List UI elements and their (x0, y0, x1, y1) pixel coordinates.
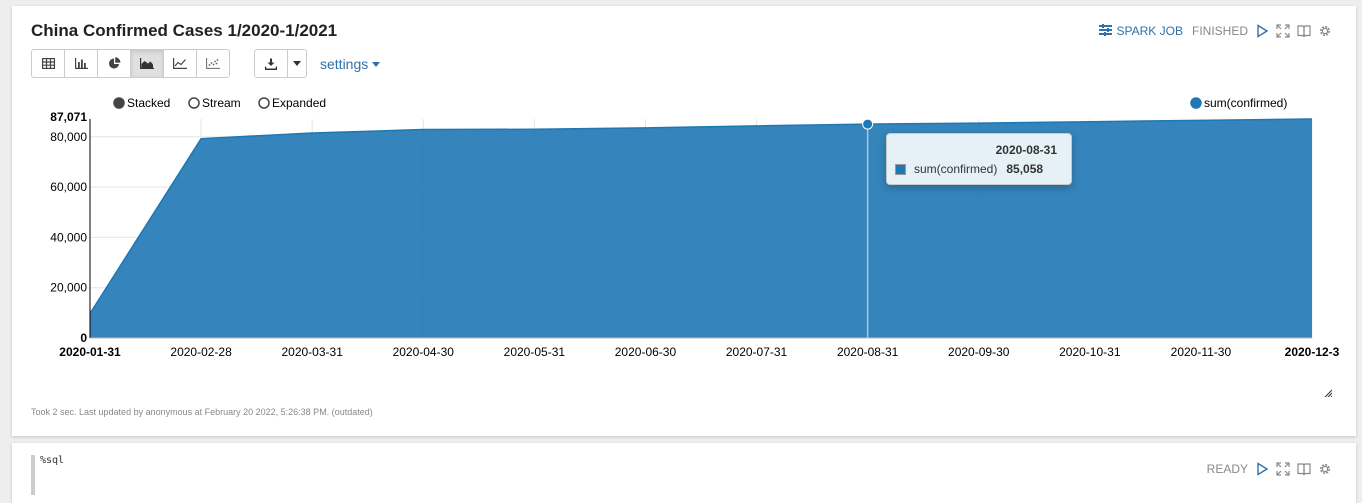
code-editor[interactable]: %sql (31, 455, 64, 495)
paragraph-controls: READY (1205, 462, 1332, 476)
stacked-option-radio[interactable] (113, 97, 125, 109)
paragraph-footer: Took 2 sec. Last updated by anonymous at… (31, 407, 373, 417)
x-tick-label: 2020-07-31 (726, 345, 788, 359)
x-tick-label: 2020-03-31 (281, 345, 343, 359)
paragraph-result: China Confirmed Cases 1/2020-1/2021 SPAR… (12, 6, 1356, 436)
x-tick-label: 2020-08-31 (837, 345, 899, 359)
stacked-option-label[interactable]: Stacked (127, 96, 170, 110)
y-tick-label: 87,071 (50, 110, 87, 124)
y-tick-label: 0 (80, 331, 87, 345)
x-tick-label: 2020-11-30 (1171, 345, 1232, 359)
x-tick-label: 2020-02-28 (170, 345, 232, 359)
expanded-option-label[interactable]: Expanded (272, 96, 326, 110)
resize-handle[interactable] (1324, 384, 1333, 402)
resize-icon (1324, 389, 1333, 398)
x-tick-label: 2020-04-30 (393, 345, 455, 359)
data-point-highlighted (862, 118, 874, 130)
x-tick-label: 2020-10-31 (1059, 345, 1121, 359)
code-text: %sql (40, 455, 65, 466)
y-tick-label: 80,000 (50, 130, 87, 144)
area-chart: 0 20,000 40,000 60,000 80,000 87,071 2020-01-3… (50, 96, 1340, 359)
expanded-option-radio[interactable] (258, 97, 270, 109)
gear-icon[interactable] (1318, 462, 1332, 476)
x-tick-label: 2020-05-31 (504, 345, 566, 359)
expand-icon[interactable] (1276, 462, 1290, 476)
x-tick-label: 2020-09-30 (948, 345, 1010, 359)
x-tick-label: 2020-12-3 (1285, 345, 1340, 359)
x-tick-label: 2020-01-31 (59, 345, 121, 359)
paragraph-status: READY (1206, 462, 1248, 476)
book-icon[interactable] (1297, 462, 1311, 476)
x-tick-label: 2020-06-30 (615, 345, 677, 359)
tooltip-date: 2020-08-31 (995, 143, 1057, 157)
y-tick-label: 60,000 (50, 180, 87, 194)
stream-option-label[interactable]: Stream (202, 96, 241, 110)
legend-swatch-sum-confirmed[interactable] (1190, 97, 1202, 109)
series-area-sum-confirmed (90, 119, 1312, 338)
tooltip-series-name: sum(confirmed) (914, 162, 998, 176)
sql-paragraph: %sql READY (12, 443, 1356, 503)
tooltip-series-swatch (895, 163, 906, 175)
run-icon[interactable] (1255, 462, 1269, 476)
y-tick-label: 20,000 (50, 281, 87, 295)
chart-tooltip: 2020-08-31 sum(confirmed) 85,058 (886, 133, 1072, 185)
tooltip-value: 85,058 (1006, 162, 1044, 176)
legend-label-sum-confirmed[interactable]: sum(confirmed) (1204, 96, 1287, 110)
y-tick-label: 40,000 (50, 230, 87, 244)
stream-option-radio[interactable] (188, 97, 200, 109)
